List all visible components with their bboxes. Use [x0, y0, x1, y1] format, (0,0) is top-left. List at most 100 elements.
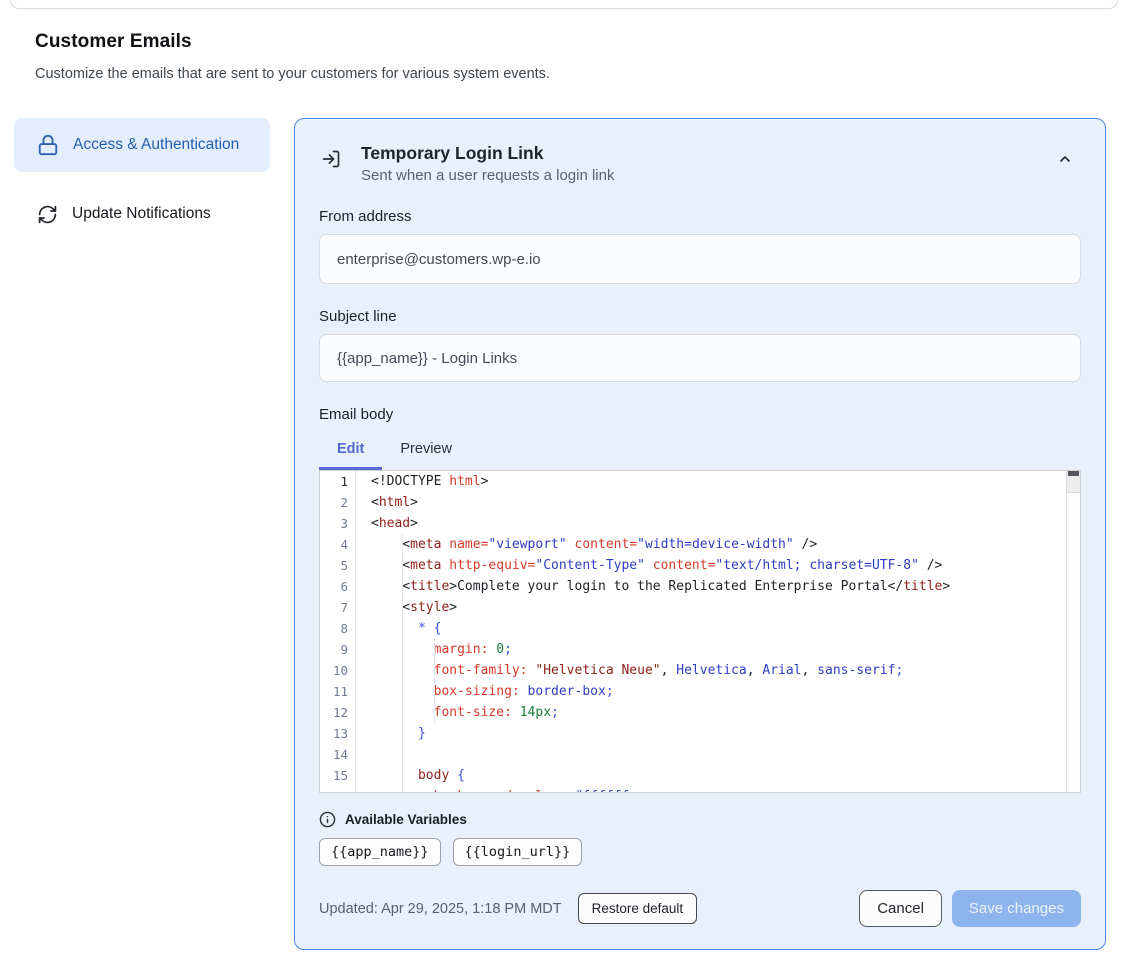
code-token [371, 726, 418, 741]
indent-guide [402, 723, 403, 744]
code-token: > [410, 516, 418, 531]
available-variables-label: Available Variables [345, 812, 467, 827]
code-line: <!DOCTYPE html> [356, 471, 1080, 492]
line-number: 1 [320, 471, 355, 492]
code-token: content= [575, 537, 638, 552]
updated-timestamp: Updated: Apr 29, 2025, 1:18 PM MDT [319, 901, 562, 917]
code-token: <!DOCTYPE [371, 474, 449, 489]
code-line: * { [356, 618, 1080, 639]
sidebar-item-label: Access & Authentication [73, 133, 239, 157]
panel-subtitle: Sent when a user requests a login link [361, 167, 614, 184]
from-address-input[interactable] [319, 234, 1081, 284]
code-token: meta [410, 558, 441, 573]
code-line: background-color: #ffffff; [356, 786, 1080, 792]
code-token: html [379, 495, 410, 510]
code-token [426, 621, 434, 636]
code-token: ; [629, 789, 637, 792]
code-token: < [371, 516, 379, 531]
line-number: 15 [320, 765, 355, 786]
tab-edit[interactable]: Edit [319, 441, 382, 470]
from-address-label: From address [319, 208, 1081, 225]
editor-scrollbar[interactable] [1066, 471, 1080, 792]
variable-chip[interactable]: {{login_url}} [453, 838, 583, 866]
code-token: /> [794, 537, 817, 552]
code-token: Helvetica [676, 663, 746, 678]
code-token: background-color: [434, 789, 567, 792]
code-line: <title>Complete your login to the Replic… [356, 576, 1080, 597]
indent-guide [402, 618, 403, 639]
code-token: "Helvetica Neue" [535, 663, 660, 678]
code-token: ; [504, 642, 512, 657]
indent-guide [402, 681, 403, 702]
line-number: 8 [320, 618, 355, 639]
code-token: title [903, 579, 942, 594]
line-number: 7 [320, 597, 355, 618]
line-number: 12 [320, 702, 355, 723]
code-token: name= [449, 537, 488, 552]
line-number: 13 [320, 723, 355, 744]
code-token [645, 558, 653, 573]
email-settings-card: Temporary Login Link Sent when a user re… [294, 118, 1106, 950]
subject-line-label: Subject line [319, 308, 1081, 325]
tab-preview[interactable]: Preview [382, 441, 470, 470]
subject-line-input[interactable] [319, 334, 1081, 382]
code-line: } [356, 723, 1080, 744]
indent-guide [434, 639, 435, 660]
indent-guide [402, 702, 403, 723]
restore-default-button[interactable]: Restore default [578, 893, 698, 924]
indent-guide [402, 786, 403, 792]
line-number: 10 [320, 660, 355, 681]
code-token: head [379, 516, 410, 531]
editor-scrollbar-thumb[interactable] [1068, 471, 1079, 476]
indent-guide [402, 534, 403, 555]
code-token: box-sizing: [434, 684, 520, 699]
refresh-icon [37, 204, 58, 225]
sidebar-item-access-authentication[interactable]: Access & Authentication [14, 118, 270, 172]
previous-card-bottom-edge [10, 0, 1118, 9]
code-line [356, 744, 1080, 765]
code-line: <html> [356, 492, 1080, 513]
code-line: body { [356, 765, 1080, 786]
code-token [567, 789, 575, 792]
editor-code[interactable]: <!DOCTYPE html><html><head> <meta name="… [356, 471, 1080, 792]
email-body-label: Email body [319, 406, 1081, 423]
indent-guide [402, 555, 403, 576]
code-editor[interactable]: 12345678910111213141516 <!DOCTYPE html><… [319, 470, 1081, 793]
indent-guide [402, 597, 403, 618]
indent-guide [402, 639, 403, 660]
code-token: html [449, 474, 480, 489]
code-token: title [410, 579, 449, 594]
code-line: font-family: "Helvetica Neue", Helvetica… [356, 660, 1080, 681]
lock-icon [37, 134, 59, 156]
code-token: "text/html; charset=UTF-8" [715, 558, 919, 573]
code-line: <meta http-equiv="Content-Type" content=… [356, 555, 1080, 576]
code-token: * [418, 621, 426, 636]
code-token: meta [410, 537, 441, 552]
code-token: "width=device-width" [637, 537, 794, 552]
code-token [371, 621, 418, 636]
collapse-button[interactable] [1049, 143, 1081, 178]
code-line: <head> [356, 513, 1080, 534]
code-token: sans-serif [817, 663, 895, 678]
code-token [371, 768, 418, 783]
panel-header: Temporary Login Link Sent when a user re… [319, 143, 1081, 184]
code-token [512, 705, 520, 720]
sidebar-item-update-notifications[interactable]: Update Notifications [14, 190, 270, 238]
variable-chip[interactable]: {{app_name}} [319, 838, 441, 866]
code-token: font-size: [434, 705, 512, 720]
code-token: content= [653, 558, 716, 573]
code-token: body [418, 768, 449, 783]
code-token: < [371, 600, 410, 615]
code-token [520, 684, 528, 699]
sidebar-item-label: Update Notifications [72, 202, 211, 226]
info-icon [319, 811, 336, 828]
page-subtitle: Customize the emails that are sent to yo… [35, 66, 1093, 82]
code-line: <style> [356, 597, 1080, 618]
indent-guide [402, 765, 403, 786]
code-token: , [747, 663, 763, 678]
save-changes-button[interactable]: Save changes [952, 890, 1081, 927]
email-types-nav: Access & Authentication Update Notificati… [14, 118, 270, 238]
cancel-button[interactable]: Cancel [859, 890, 942, 927]
code-token: , [802, 663, 818, 678]
code-token: style [410, 600, 449, 615]
